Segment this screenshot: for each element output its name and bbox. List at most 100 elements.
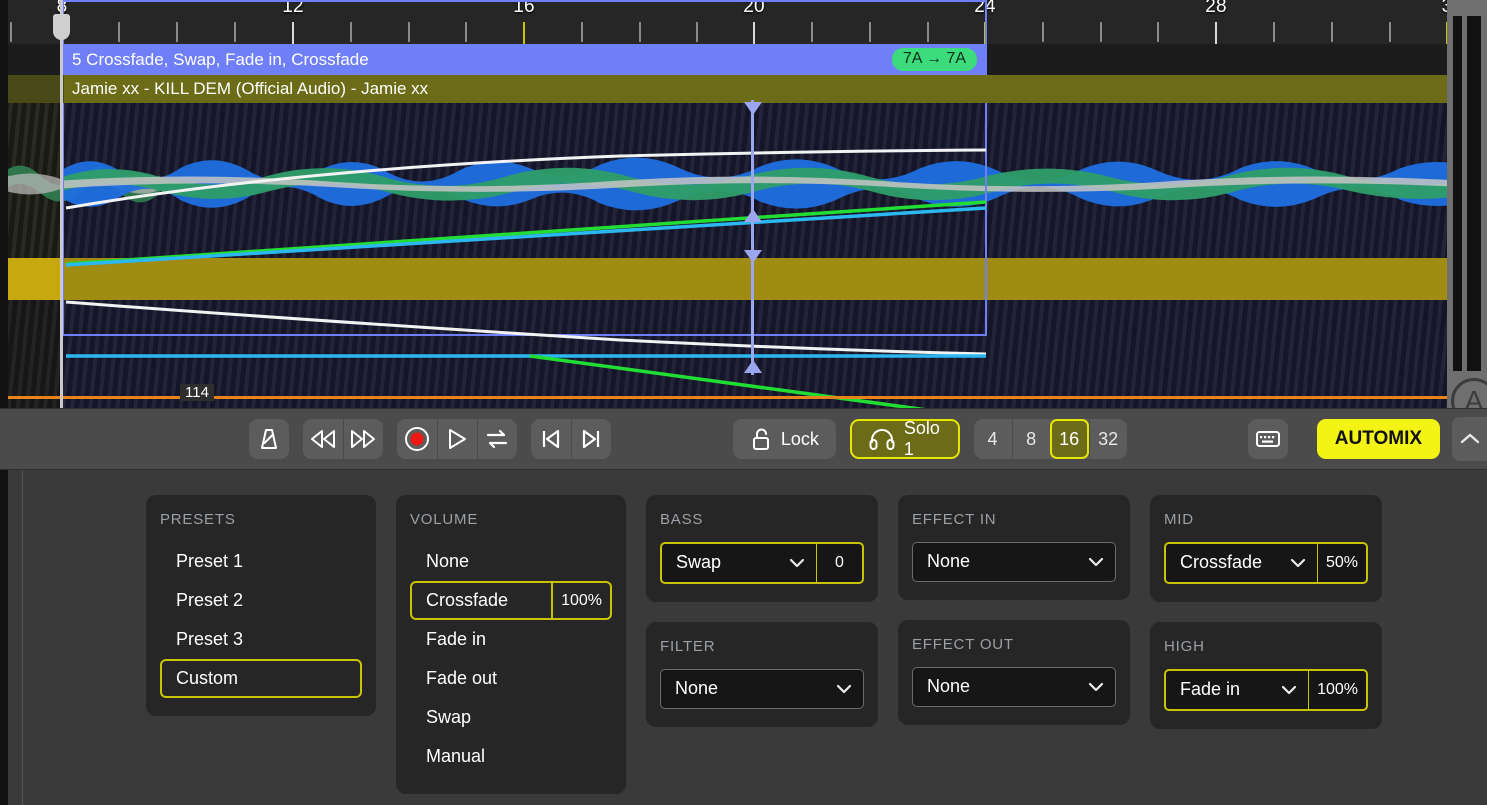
- mid-panel: MID Crossfade 50%: [1150, 495, 1382, 602]
- filter-title: FILTER: [660, 638, 864, 655]
- filter-select-row[interactable]: None: [660, 669, 864, 709]
- mid-select-row[interactable]: Crossfade 50%: [1164, 542, 1368, 584]
- track-title-bar-pre: [0, 75, 64, 103]
- metronome-icon: [257, 427, 281, 451]
- high-amount[interactable]: 100%: [1308, 669, 1368, 711]
- effect-in-select-row[interactable]: None: [912, 542, 1116, 582]
- beat-length-option-4[interactable]: 4: [974, 419, 1012, 459]
- chevron-down-icon: [1281, 685, 1297, 695]
- metronome-button[interactable]: [249, 419, 289, 459]
- volume-option[interactable]: Manual: [410, 737, 612, 776]
- skip-back-button[interactable]: [531, 419, 571, 459]
- ruler-bar-tick: [1215, 22, 1217, 44]
- preset-option-1[interactable]: Preset 1: [160, 542, 362, 581]
- loop-button[interactable]: [477, 419, 517, 459]
- timeline-left-strip: [0, 0, 8, 408]
- bass-panel: BASS Swap 0: [646, 495, 878, 602]
- effect-out-select[interactable]: None: [912, 667, 1116, 707]
- volume-option[interactable]: Swap: [410, 698, 612, 737]
- playhead-handle[interactable]: [53, 14, 70, 40]
- high-select[interactable]: Fade in: [1164, 669, 1308, 711]
- beat-length-option-8[interactable]: 8: [1012, 419, 1050, 459]
- rewind-button[interactable]: [303, 419, 343, 459]
- skip-forward-button[interactable]: [571, 419, 611, 459]
- presets-title: PRESETS: [160, 511, 362, 528]
- volume-option[interactable]: Fade in: [410, 620, 612, 659]
- timeline-area[interactable]: 812162024283 5 Crossfade, Swap, Fade in,…: [0, 0, 1487, 408]
- effect-out-select-row[interactable]: None: [912, 667, 1116, 707]
- chevron-down-icon: [789, 558, 805, 568]
- solo-button[interactable]: Solo 1: [850, 419, 960, 459]
- clip-header[interactable]: 5 Crossfade, Swap, Fade in, Crossfade 7A…: [64, 44, 985, 75]
- ruler-minor-tick: [234, 22, 236, 42]
- bar-ruler[interactable]: 812162024283: [0, 0, 1487, 44]
- skip-back-icon: [540, 428, 562, 450]
- automix-button[interactable]: AUTOMIX: [1317, 419, 1440, 459]
- volume-title: VOLUME: [410, 511, 612, 528]
- filter-select[interactable]: None: [660, 669, 864, 709]
- marker-handle-top[interactable]: [744, 102, 762, 115]
- track-title: Jamie xx - KILL DEM (Official Audio) - J…: [72, 79, 428, 99]
- mid-title: MID: [1164, 511, 1368, 528]
- bass-select[interactable]: Swap: [660, 542, 816, 584]
- chevron-up-icon: [1459, 431, 1481, 447]
- marker-handle-lower-mid[interactable]: [744, 250, 762, 263]
- effect-out-panel: EFFECT OUT None: [898, 620, 1130, 725]
- marker-handle-bottom[interactable]: [744, 360, 762, 373]
- ruler-bar-number: 12: [282, 0, 304, 18]
- scroll-track-2[interactable]: [1467, 16, 1481, 371]
- ruler-minor-tick: [927, 22, 929, 42]
- lock-label: Lock: [781, 429, 819, 450]
- record-button[interactable]: [397, 419, 437, 459]
- bass-amount[interactable]: 0: [816, 542, 864, 584]
- fast-forward-button[interactable]: [343, 419, 383, 459]
- lock-button[interactable]: Lock: [733, 419, 836, 459]
- transition-marker-line[interactable]: [751, 100, 754, 375]
- ruler-minor-tick: [1042, 22, 1044, 42]
- play-button[interactable]: [437, 419, 477, 459]
- timeline-right-gutter[interactable]: A: [1447, 0, 1487, 408]
- volume-option-selected[interactable]: Crossfade100%: [410, 581, 612, 620]
- scroll-track-1[interactable]: [1453, 16, 1462, 371]
- headphones-icon: [869, 428, 895, 450]
- high-title: HIGH: [1164, 638, 1368, 655]
- ruler-minor-tick: [350, 22, 352, 42]
- bass-title: BASS: [660, 511, 864, 528]
- playhead-line[interactable]: [60, 0, 63, 408]
- beat-length-option-16[interactable]: 16: [1050, 419, 1089, 459]
- track-title-bar[interactable]: Jamie xx - KILL DEM (Official Audio) - J…: [64, 75, 1447, 103]
- volume-option[interactable]: None: [410, 542, 612, 581]
- filter-panel: FILTER None: [646, 622, 878, 727]
- keyboard-button[interactable]: [1248, 419, 1288, 459]
- high-select-row[interactable]: Fade in 100%: [1164, 669, 1368, 711]
- effect-out-value: None: [927, 676, 970, 697]
- tempo-automation-line[interactable]: [0, 396, 1487, 399]
- marker-handle-upper-mid[interactable]: [744, 209, 762, 222]
- preset-option-2[interactable]: Preset 2: [160, 581, 362, 620]
- lock-open-icon: [750, 427, 772, 451]
- volume-amount[interactable]: 100%: [551, 583, 610, 618]
- volume-option[interactable]: Fade out: [410, 659, 612, 698]
- volume-panel: VOLUME NoneCrossfade100%Fade inFade outS…: [396, 495, 626, 794]
- deck-b-preclip-region: [0, 300, 62, 408]
- beat-length-option-32[interactable]: 32: [1089, 419, 1127, 459]
- ruler-bar-number: 20: [743, 0, 765, 18]
- ruler-minor-tick: [1100, 22, 1102, 42]
- ruler-bar-tick: [292, 22, 294, 44]
- metronome-group: [249, 419, 289, 459]
- mid-select[interactable]: Crossfade: [1164, 542, 1317, 584]
- preset-option-4[interactable]: Custom: [160, 659, 362, 698]
- bass-select-row[interactable]: Swap 0: [660, 542, 864, 584]
- ruler-minor-tick: [10, 22, 12, 42]
- ruler-minor-tick: [696, 22, 698, 42]
- ruler-minor-tick: [1157, 22, 1159, 42]
- mid-amount[interactable]: 50%: [1317, 542, 1368, 584]
- collapse-panel-button[interactable]: [1452, 417, 1487, 461]
- bass-value: Swap: [676, 552, 721, 573]
- effect-in-panel: EFFECT IN None: [898, 495, 1130, 600]
- ruler-minor-tick: [176, 22, 178, 42]
- effect-in-select[interactable]: None: [912, 542, 1116, 582]
- keyboard-icon: [1255, 429, 1281, 449]
- preset-option-3[interactable]: Preset 3: [160, 620, 362, 659]
- high-panel: HIGH Fade in 100%: [1150, 622, 1382, 729]
